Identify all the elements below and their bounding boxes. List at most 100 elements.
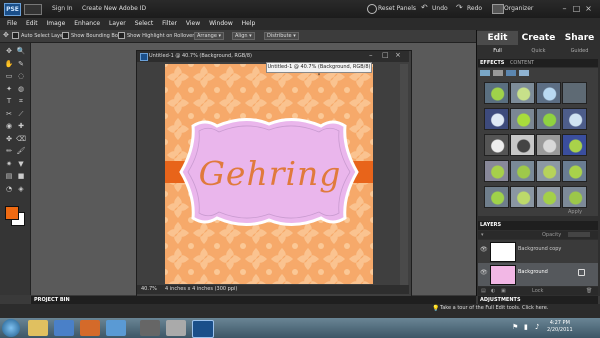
effect-thumb[interactable] xyxy=(562,134,587,156)
layer-styles-icon[interactable] xyxy=(493,70,503,76)
undo-button[interactable]: Undo xyxy=(432,5,448,12)
distribute-dropdown[interactable]: Distribute ▾ xyxy=(264,32,299,40)
zoom-level[interactable]: 40.7% xyxy=(141,285,157,294)
bounding-box-option[interactable]: Show Bounding Box xyxy=(62,32,121,39)
app-taskbar-icon[interactable] xyxy=(166,320,186,336)
effect-thumb[interactable] xyxy=(536,82,561,104)
healing-icon[interactable]: ✚ xyxy=(16,121,26,131)
tray-volume-icon[interactable]: ♪ xyxy=(535,323,539,331)
layer-row-selected[interactable]: 👁 Background xyxy=(478,263,598,286)
adjustment-layer-icon[interactable]: ◐ xyxy=(491,287,495,295)
auto-select-option[interactable]: Auto Select Layer xyxy=(12,32,65,39)
magic-wand-icon[interactable]: ✦ xyxy=(4,84,14,94)
marquee-icon[interactable]: ▭ xyxy=(4,71,14,81)
shape-icon[interactable]: ■ xyxy=(16,171,26,181)
arrange-dropdown[interactable]: Arrange ▾ xyxy=(194,32,225,40)
effect-thumb[interactable] xyxy=(510,134,535,156)
selection-brush-icon[interactable]: ◍ xyxy=(16,84,26,94)
effect-thumb[interactable] xyxy=(484,82,509,104)
sponge-icon[interactable]: ◈ xyxy=(16,184,26,194)
doc-minimize-icon[interactable]: – xyxy=(369,51,373,59)
hand-icon[interactable]: ✋ xyxy=(4,59,14,69)
effect-thumb[interactable] xyxy=(536,134,561,156)
brush-icon[interactable]: 🖌 xyxy=(16,146,26,156)
layer-mask-icon[interactable]: ▣ xyxy=(501,287,506,295)
eye-icon[interactable]: 👁 xyxy=(480,246,488,253)
effect-thumb[interactable] xyxy=(484,134,509,156)
layer-row[interactable]: 👁 Background copy xyxy=(478,240,598,263)
doc-close-icon[interactable]: × xyxy=(395,51,401,59)
photo-effects-icon[interactable] xyxy=(506,70,516,76)
eyedropper-icon[interactable]: ✎ xyxy=(16,59,26,69)
tab-edit[interactable]: Edit xyxy=(477,31,518,45)
tab-create[interactable]: Create xyxy=(518,31,559,45)
subtab-full[interactable]: Full xyxy=(477,47,518,56)
reset-panels-button[interactable]: Reset Panels xyxy=(378,5,416,12)
effect-thumb[interactable] xyxy=(536,186,561,208)
adjustments-panel-header[interactable]: ADJUSTMENTS xyxy=(478,296,598,304)
app-taskbar-icon[interactable] xyxy=(106,320,126,336)
effect-thumb[interactable] xyxy=(484,108,509,130)
opacity-field[interactable] xyxy=(568,232,590,237)
app-taskbar-icon[interactable] xyxy=(140,320,160,336)
doc-vertical-scrollbar[interactable] xyxy=(400,64,408,285)
menu-image[interactable]: Image xyxy=(47,18,66,30)
create-adobe-id-link[interactable]: Create New Adobe ID xyxy=(82,5,146,12)
tray-network-icon[interactable]: ▮ xyxy=(524,323,528,331)
close-icon[interactable]: × xyxy=(584,4,593,13)
lasso-icon[interactable]: ◌ xyxy=(16,71,26,81)
eye-icon[interactable]: 👁 xyxy=(480,269,488,276)
clone-icon[interactable]: ✤ xyxy=(4,134,14,144)
filters-icon[interactable] xyxy=(480,70,490,76)
project-bin-header[interactable]: PROJECT BIN xyxy=(31,296,476,304)
zoom-icon[interactable]: 🔍 xyxy=(16,46,26,56)
menu-window[interactable]: Window xyxy=(209,18,233,30)
auto-select-checkbox[interactable] xyxy=(12,32,19,39)
sign-in-link[interactable]: Sign In xyxy=(52,5,73,12)
subtab-guided[interactable]: Guided xyxy=(559,47,600,56)
menu-layer[interactable]: Layer xyxy=(109,18,126,30)
straighten-icon[interactable]: ⟋ xyxy=(16,109,26,119)
effect-thumb[interactable] xyxy=(562,186,587,208)
highlight-option[interactable]: Show Highlight on Rollover xyxy=(118,32,194,39)
tour-tip-link[interactable]: Take a tour of the Full Edit tools. Clic… xyxy=(440,305,548,311)
minimize-icon[interactable]: – xyxy=(560,4,569,13)
redo-button[interactable]: Redo xyxy=(467,5,482,12)
cookie-cutter-icon[interactable]: ✂ xyxy=(4,109,14,119)
pencil-icon[interactable]: ✏ xyxy=(4,146,14,156)
media-taskbar-icon[interactable] xyxy=(80,320,100,336)
trash-icon[interactable]: 🗑 xyxy=(586,287,592,295)
eraser-icon[interactable]: ⌫ xyxy=(16,134,26,144)
blur-icon[interactable]: ◔ xyxy=(4,184,14,194)
effect-thumb[interactable] xyxy=(562,82,587,104)
view-mode-icon[interactable] xyxy=(24,4,42,15)
effects-view-icon[interactable] xyxy=(519,70,529,76)
effect-thumb[interactable] xyxy=(484,160,509,182)
effect-thumb[interactable] xyxy=(510,108,535,130)
menu-help[interactable]: Help xyxy=(242,18,256,30)
paint-bucket-icon[interactable]: ▼ xyxy=(16,159,26,169)
start-button[interactable] xyxy=(2,319,20,337)
document-title-bar[interactable]: Untitled-1 @ 40.7% (Background, RGB/8) –… xyxy=(137,51,409,62)
menu-file[interactable]: File xyxy=(7,18,17,30)
effects-tab[interactable]: EFFECTS xyxy=(480,60,504,66)
menu-enhance[interactable]: Enhance xyxy=(74,18,100,30)
pse-taskbar-icon[interactable] xyxy=(192,320,214,338)
bounding-box-checkbox[interactable] xyxy=(62,32,69,39)
tray-flag-icon[interactable]: ⚑ xyxy=(512,323,518,331)
maximize-icon[interactable]: □ xyxy=(572,4,581,13)
crop-icon[interactable]: ⌗ xyxy=(16,96,26,106)
menu-select[interactable]: Select xyxy=(135,18,154,30)
effect-thumb[interactable] xyxy=(510,160,535,182)
taskbar-clock[interactable]: 4:27 PM 2/20/2011 xyxy=(547,320,573,334)
menu-filter[interactable]: Filter xyxy=(162,18,177,30)
effect-thumb[interactable] xyxy=(484,186,509,208)
effect-thumb[interactable] xyxy=(562,160,587,182)
menu-view[interactable]: View xyxy=(186,18,200,30)
subtab-quick[interactable]: Quick xyxy=(518,47,559,56)
gradient-icon[interactable]: ▤ xyxy=(4,171,14,181)
type-icon[interactable]: T xyxy=(4,96,14,106)
new-layer-icon[interactable]: ▤ xyxy=(481,287,486,295)
ie-taskbar-icon[interactable] xyxy=(54,320,74,336)
smart-brush-icon[interactable]: ✷ xyxy=(4,159,14,169)
